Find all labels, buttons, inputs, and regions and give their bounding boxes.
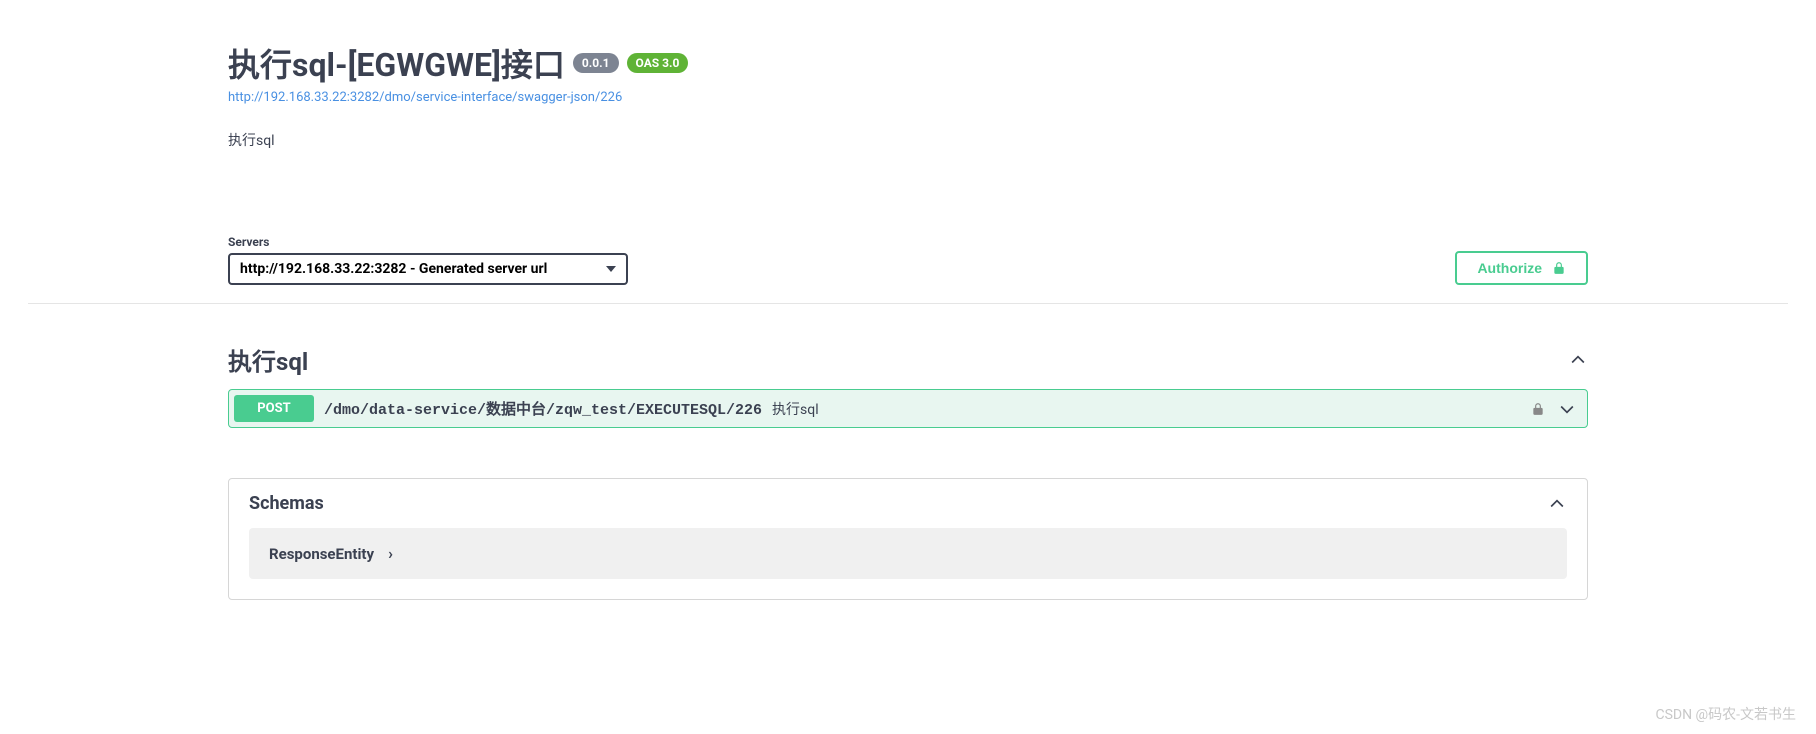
servers-label: Servers [228, 235, 628, 249]
operation-summary: 执行sql [772, 402, 819, 418]
divider [28, 303, 1788, 304]
oas-badge: OAS 3.0 [627, 53, 689, 73]
swagger-json-link[interactable]: http://192.168.33.22:3282/dmo/service-in… [228, 90, 622, 105]
authorize-button[interactable]: Authorize [1455, 251, 1588, 285]
lock-icon[interactable] [1531, 402, 1545, 416]
page-title: 执行sql-[EGWGWE]接口 [228, 40, 565, 86]
tag-name: 执行sql [228, 342, 308, 377]
chevron-up-icon [1568, 350, 1588, 370]
operation-path: /dmo/data-service/数据中台/zqw_test/EXECUTES… [324, 402, 762, 419]
authorize-label: Authorize [1477, 260, 1542, 276]
lock-icon [1552, 261, 1566, 275]
chevron-up-icon [1547, 494, 1567, 514]
operation-block[interactable]: POST /dmo/data-service/数据中台/zqw_test/EXE… [228, 389, 1588, 428]
chevron-down-icon [1557, 399, 1577, 419]
schemas-title: Schemas [249, 493, 324, 514]
chevron-right-icon: › [388, 544, 393, 563]
watermark: CSDN @码农-文若书生 [1655, 704, 1796, 724]
version-badge: 0.0.1 [573, 53, 619, 73]
method-badge: POST [234, 395, 314, 422]
servers-select[interactable]: http://192.168.33.22:3282 - Generated se… [228, 253, 628, 285]
schema-item[interactable]: ResponseEntity › [249, 528, 1567, 579]
api-description: 执行sql [228, 130, 1588, 150]
tag-header[interactable]: 执行sql [228, 334, 1588, 389]
schema-name: ResponseEntity [269, 545, 374, 563]
schemas-header[interactable]: Schemas [229, 479, 1587, 528]
